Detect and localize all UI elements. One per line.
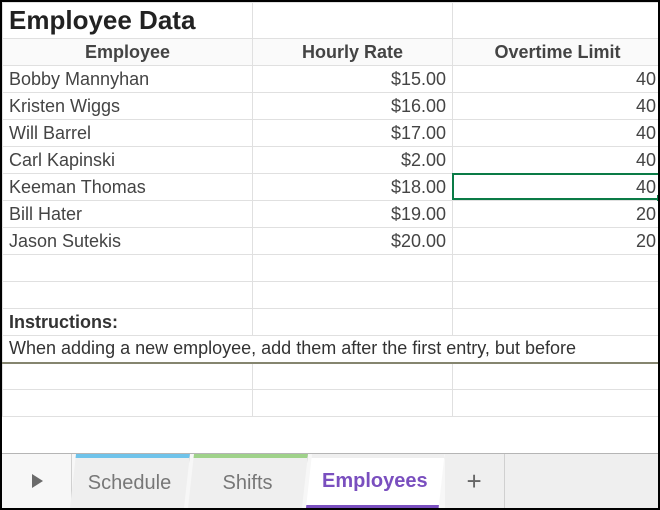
cell-overtime-limit[interactable]: 40 — [453, 147, 659, 174]
cell-overtime-limit[interactable]: 40 — [453, 174, 659, 201]
cell-hourly-rate[interactable]: $19.00 — [253, 201, 453, 228]
empty-cell[interactable] — [453, 282, 659, 309]
empty-cell[interactable] — [253, 282, 453, 309]
empty-cell[interactable] — [3, 255, 253, 282]
empty-cell[interactable] — [453, 3, 659, 39]
sheet-title[interactable]: Employee Data — [3, 3, 253, 39]
cell-overtime-limit[interactable]: 40 — [453, 93, 659, 120]
tab-employees[interactable]: Employees — [306, 454, 445, 508]
empty-cell[interactable] — [253, 309, 453, 336]
plus-icon: + — [467, 466, 482, 497]
empty-cell[interactable] — [453, 309, 659, 336]
empty-cell[interactable] — [453, 255, 659, 282]
empty-cell[interactable] — [253, 3, 453, 39]
cell-employee[interactable]: Keeman Thomas — [3, 174, 253, 201]
column-header-hourly-rate[interactable]: Hourly Rate — [253, 39, 453, 66]
empty-cell[interactable] — [3, 390, 253, 417]
column-header-overtime-limit[interactable]: Overtime Limit — [453, 39, 659, 66]
instructions-label[interactable]: Instructions: — [3, 309, 253, 336]
column-header-employee[interactable]: Employee — [3, 39, 253, 66]
tab-schedule[interactable]: Schedule — [70, 454, 190, 508]
cell-employee[interactable]: Bobby Mannyhan — [3, 66, 253, 93]
grid-area[interactable]: Employee Data Employee Hourly Rate Overt… — [2, 2, 658, 453]
cell-hourly-rate[interactable]: $18.00 — [253, 174, 453, 201]
tab-label: Schedule — [88, 472, 171, 495]
cell-overtime-limit[interactable]: 40 — [453, 120, 659, 147]
cell-employee[interactable]: Will Barrel — [3, 120, 253, 147]
cell-employee[interactable]: Bill Hater — [3, 201, 253, 228]
cell-employee[interactable]: Carl Kapinski — [3, 147, 253, 174]
tab-label: Shifts — [222, 472, 272, 495]
sheet-tab-bar: Schedule Shifts Employees + — [2, 453, 658, 508]
empty-cell[interactable] — [3, 282, 253, 309]
cell-overtime-limit[interactable]: 40 — [453, 66, 659, 93]
cell-overtime-limit[interactable]: 20 — [453, 228, 659, 255]
new-sheet-button[interactable]: + — [445, 454, 505, 508]
tab-bar-spacer — [505, 454, 658, 508]
empty-cell[interactable] — [253, 390, 453, 417]
empty-cell[interactable] — [3, 363, 253, 390]
cell-hourly-rate[interactable]: $17.00 — [253, 120, 453, 147]
cell-hourly-rate[interactable]: $2.00 — [253, 147, 453, 174]
cell-employee[interactable]: Jason Sutekis — [3, 228, 253, 255]
empty-cell[interactable] — [453, 390, 659, 417]
tab-shifts[interactable]: Shifts — [188, 454, 308, 508]
cell-hourly-rate[interactable]: $16.00 — [253, 93, 453, 120]
cell-employee[interactable]: Kristen Wiggs — [3, 93, 253, 120]
cell-hourly-rate[interactable]: $20.00 — [253, 228, 453, 255]
cell-overtime-limit[interactable]: 20 — [453, 201, 659, 228]
empty-cell[interactable] — [253, 363, 453, 390]
empty-cell[interactable] — [253, 255, 453, 282]
spreadsheet-viewport: Employee Data Employee Hourly Rate Overt… — [0, 0, 660, 510]
tab-label: Employees — [322, 470, 428, 493]
worksheet-table[interactable]: Employee Data Employee Hourly Rate Overt… — [2, 2, 658, 417]
play-icon — [30, 473, 44, 489]
tab-scroll-button[interactable] — [2, 454, 72, 508]
empty-cell[interactable] — [453, 363, 659, 390]
instructions-text[interactable]: When adding a new employee, add them aft… — [3, 336, 659, 363]
cell-hourly-rate[interactable]: $15.00 — [253, 66, 453, 93]
